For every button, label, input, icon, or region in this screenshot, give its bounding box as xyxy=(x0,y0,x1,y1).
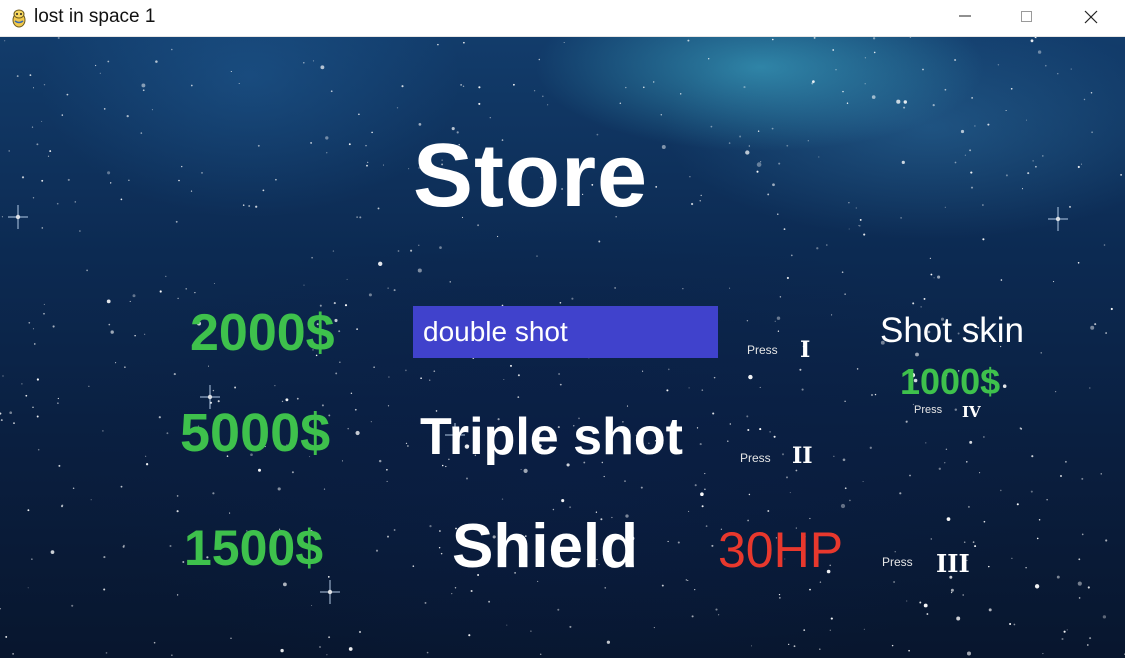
shield-price: 1500$ xyxy=(184,520,324,576)
shield-hp-label: 30HP xyxy=(718,522,844,578)
window-title: lost in space 1 xyxy=(34,6,156,27)
shot-skin-price: 1000$ xyxy=(900,361,1001,402)
shot-skin-label[interactable]: Shot skin xyxy=(880,311,1024,351)
maximize-icon xyxy=(1021,11,1032,22)
pygame-snake-icon xyxy=(12,9,26,28)
game-canvas[interactable]: Store 2000$ double shot Press I 5000$ Tr… xyxy=(0,37,1125,658)
triple-shot-key: II xyxy=(792,443,813,469)
double-shot-price: 2000$ xyxy=(190,304,335,362)
shield-label[interactable]: Shield xyxy=(452,511,638,582)
window-titlebar: lost in space 1 xyxy=(0,0,1125,37)
triple-shot-press-label: Press xyxy=(740,451,771,465)
close-button[interactable] xyxy=(1060,0,1120,36)
double-shot-key: I xyxy=(800,337,811,363)
triple-shot-price: 5000$ xyxy=(180,403,331,463)
store-title: Store xyxy=(413,126,649,226)
triple-shot-label[interactable]: Triple shot xyxy=(420,407,683,467)
shield-key: III xyxy=(936,549,970,578)
minimize-icon xyxy=(959,15,971,17)
maximize-button[interactable] xyxy=(997,0,1057,36)
double-shot-press-label: Press xyxy=(747,343,778,357)
shot-skin-press-label: Press xyxy=(914,404,943,416)
close-icon xyxy=(1084,10,1098,24)
minimize-button[interactable] xyxy=(935,0,995,36)
shot-skin-key: IV xyxy=(962,403,981,421)
double-shot-item-selected[interactable]: double shot xyxy=(413,306,718,358)
shield-press-label: Press xyxy=(882,555,913,569)
double-shot-label: double shot xyxy=(423,316,568,347)
